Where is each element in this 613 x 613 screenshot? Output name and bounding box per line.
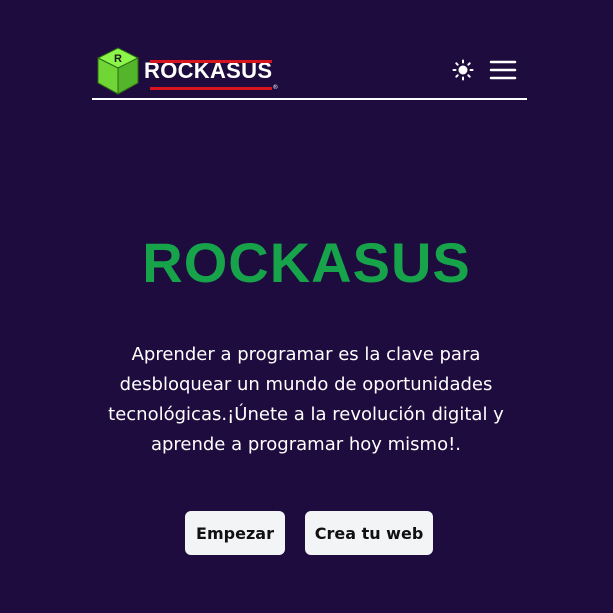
cube-logo-icon: R [96,47,140,95]
navbar: R ROCKASUS ® [92,40,527,100]
start-button[interactable]: Empezar [185,511,285,555]
brand-name: ROCKASUS [144,58,273,83]
hero-title: ROCKASUS [142,231,471,294]
brand-wordmark: ROCKASUS ® [144,51,278,92]
logo-bar-top [150,60,273,63]
page: R ROCKASUS ® ROCKASUS Aprender a program… [0,0,613,613]
registered-mark: ® [272,84,279,91]
create-web-button[interactable]: Crea tu web [305,511,433,555]
hero-description: Aprender a programar es la clave para de… [108,344,504,455]
hamburger-menu-icon [489,60,517,80]
svg-text:R: R [114,53,122,65]
sun-icon [452,59,474,81]
logo-bar-bottom [150,87,273,90]
brand-logo[interactable]: R ROCKASUS ® [96,46,278,96]
menu-button[interactable] [488,58,518,82]
theme-toggle-button[interactable] [450,57,476,83]
